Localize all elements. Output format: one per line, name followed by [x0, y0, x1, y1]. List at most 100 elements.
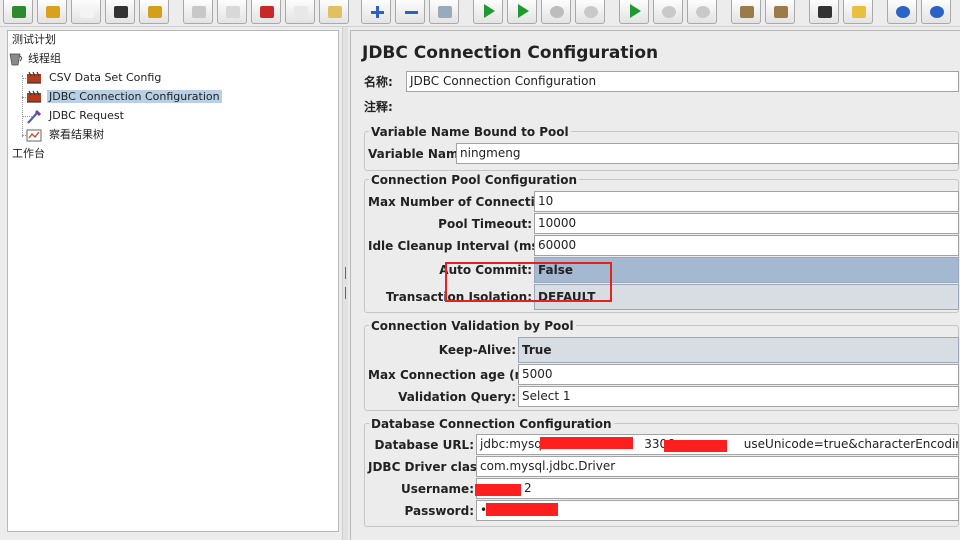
username-label: Username:: [400, 482, 474, 496]
paste-icon: [328, 6, 342, 18]
connection-pool-group-legend: Connection Pool Configuration: [369, 172, 580, 188]
tree-item-label: JDBC Request: [49, 109, 124, 122]
collapse-icon: [404, 6, 418, 18]
max-connections-field[interactable]: 10: [534, 191, 959, 212]
start-no-pause-button[interactable]: [507, 0, 537, 24]
warning-stripes-icon: [148, 6, 162, 18]
reset-search-button[interactable]: [843, 0, 873, 24]
tree-item-label: 工作台: [12, 147, 45, 160]
splitter-grip: [345, 267, 346, 279]
variable-name-field[interactable]: ningmeng: [456, 143, 959, 164]
redaction-bar: [540, 437, 633, 449]
clear-button[interactable]: [731, 0, 761, 24]
password-label: Password:: [404, 504, 475, 518]
panel-title: JDBC Connection Configuration: [362, 43, 659, 63]
clear-all-icon: [774, 6, 788, 18]
paste-button[interactable]: [319, 0, 349, 24]
variable-name-label: Variable Name:: [368, 147, 472, 161]
shutdown-icon: [584, 6, 598, 18]
idle-cleanup-field[interactable]: 60000: [534, 235, 959, 256]
max-connections-label: Max Number of Connections:: [368, 195, 564, 209]
remote-shutdown-button[interactable]: [687, 0, 717, 24]
remote-start-button[interactable]: [619, 0, 649, 24]
help-icon: [930, 6, 944, 18]
help-button[interactable]: [921, 0, 951, 24]
connection-validation-group-legend: Connection Validation by Pool: [369, 318, 576, 334]
test-plan-tree: 测试计划 线程组 CSV Data Set Config JDBC Connec…: [7, 30, 339, 532]
cut-button[interactable]: [183, 0, 213, 24]
function-helper-button[interactable]: [887, 0, 917, 24]
tree-item-csv-data-set-config[interactable]: CSV Data Set Config: [26, 69, 163, 87]
document-button[interactable]: [71, 0, 101, 24]
username-field[interactable]: 2: [476, 478, 959, 499]
name-label: 名称:: [364, 75, 393, 89]
copy-button[interactable]: [285, 0, 315, 24]
jdbc-driver-class-field[interactable]: com.mysql.jdbc.Driver: [476, 456, 959, 477]
tree-item-view-results-tree[interactable]: 察看结果树: [26, 126, 106, 144]
toggle-button[interactable]: [429, 0, 459, 24]
keep-alive-label: Keep-Alive:: [438, 343, 516, 357]
copy-disabled-icon: [226, 6, 240, 18]
toggle-icon: [438, 6, 452, 18]
listener-graph-icon: [26, 129, 42, 142]
document-icon: [80, 6, 94, 18]
remote-stop-button[interactable]: [653, 0, 683, 24]
remote-shutdown-icon: [696, 6, 710, 18]
tree-item-thread-group[interactable]: 线程组: [8, 50, 63, 68]
comment-field[interactable]: [403, 96, 959, 117]
save-icon: [114, 6, 128, 18]
database-connection-group-legend: Database Connection Configuration: [369, 416, 614, 432]
database-url-label: Database URL:: [374, 438, 474, 452]
scissors-icon: [260, 6, 274, 18]
tree-item-label: CSV Data Set Config: [49, 71, 162, 84]
tree-item-jdbc-request[interactable]: JDBC Request: [26, 107, 126, 125]
tree-item-label: JDBC Connection Configuration: [47, 90, 222, 103]
stop-icon: [550, 6, 564, 18]
function-helper-icon: [896, 6, 910, 18]
tree-item-workbench[interactable]: 工作台: [10, 145, 47, 163]
open-button[interactable]: [3, 0, 33, 24]
max-connection-age-field[interactable]: 5000: [518, 364, 959, 385]
max-connection-age-label: Max Connection age (ms):: [368, 368, 545, 382]
start-icon: [484, 4, 495, 18]
collapse-button[interactable]: [395, 0, 425, 24]
variable-name-group-legend: Variable Name Bound to Pool: [369, 124, 571, 140]
expand-icon: [370, 6, 384, 18]
folder-button[interactable]: [37, 0, 67, 24]
main-toolbar: [0, 0, 960, 27]
thread-group-icon: [9, 53, 22, 66]
tree-item-test-plan[interactable]: 测试计划: [10, 31, 58, 49]
remote-start-icon: [630, 4, 641, 18]
config-element-icon: [27, 71, 41, 84]
copy-disabled-button[interactable]: [217, 0, 247, 24]
keep-alive-select[interactable]: True: [518, 337, 959, 363]
tree-item-label: 察看结果树: [49, 128, 104, 141]
name-field[interactable]: JDBC Connection Configuration: [406, 71, 959, 92]
pool-timeout-label: Pool Timeout:: [438, 217, 532, 231]
reset-search-icon: [852, 6, 866, 18]
shutdown-button[interactable]: [575, 0, 605, 24]
stop-button[interactable]: [541, 0, 571, 24]
pane-splitter[interactable]: [342, 27, 348, 540]
scissors-button[interactable]: [251, 0, 281, 24]
start-no-pause-icon: [518, 4, 529, 18]
database-url-prefix: jdbc:mysql:: [480, 437, 550, 451]
annotation-highlight-box: [445, 262, 612, 302]
sampler-pipette-icon: [27, 109, 42, 124]
idle-cleanup-label: Idle Cleanup Interval (ms):: [368, 239, 549, 253]
tree-item-jdbc-connection-configuration[interactable]: JDBC Connection Configuration: [26, 88, 222, 106]
validation-query-label: Validation Query:: [398, 390, 516, 404]
expand-button[interactable]: [361, 0, 391, 24]
pool-timeout-field[interactable]: 10000: [534, 213, 959, 234]
tree-guide: [22, 75, 23, 137]
validation-query-field[interactable]: Select 1: [518, 386, 959, 407]
search-binoculars-button[interactable]: [809, 0, 839, 24]
clear-all-button[interactable]: [765, 0, 795, 24]
start-button[interactable]: [473, 0, 503, 24]
warning-stripes-button[interactable]: [139, 0, 169, 24]
comment-label: 注释:: [364, 100, 393, 114]
copy-icon: [294, 6, 308, 18]
open-icon: [12, 6, 26, 18]
folder-icon: [46, 6, 60, 18]
save-button[interactable]: [105, 0, 135, 24]
